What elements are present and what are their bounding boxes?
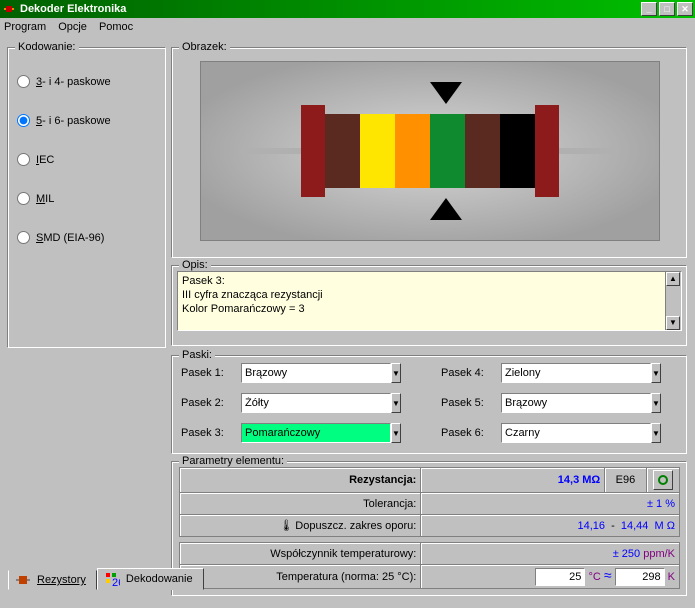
description-box: Pasek 3: III cyfra znacząca rezystancji … [177,271,682,331]
combo-pasek5[interactable]: ▼ [501,393,641,413]
menu-pomoc[interactable]: Pomoc [99,21,133,33]
scroll-down-button[interactable]: ▼ [666,316,680,330]
value-e96: E96 [605,468,646,493]
label-pasek2: Pasek 2: [181,397,241,409]
chevron-down-icon[interactable]: ▼ [651,393,661,413]
svg-text:26k: 26k [112,577,120,587]
group-paski-legend: Paski: [179,349,215,361]
combo-pasek2[interactable]: ▼ [241,393,381,413]
label-temp-coef: Współczynnik temperaturowy: [180,543,421,565]
decode-tab-icon: 26k [104,571,120,587]
value-zmax: 14,44 [621,520,649,532]
opis-line-2: III cyfra znacząca rezystancji [182,288,677,302]
tab-rezystory[interactable]: Rezystory [8,570,97,590]
resistor-core [325,114,535,188]
chevron-down-icon[interactable]: ▼ [651,423,661,443]
radio-mil[interactable]: MIL [17,192,161,205]
refresh-button[interactable] [653,470,673,490]
group-obrazek-legend: Obrazek: [179,41,230,53]
label-pasek4: Pasek 4: [441,367,501,379]
label-rezystancja: Rezystancja: [180,468,421,493]
arrow-top-icon [430,82,462,104]
unit-temp-k: K [668,571,675,583]
label-pasek1: Pasek 1: [181,367,241,379]
unit-rezystancja: MΩ [582,474,600,486]
arrow-bottom-icon [430,198,462,220]
combo-pasek3-input [241,423,391,443]
radio-3-4-band[interactable]: 3- i 4- paskowe [17,75,161,88]
unit-tolerancja: % [665,498,675,510]
chevron-down-icon[interactable]: ▼ [391,363,401,383]
band-6 [500,114,535,188]
input-temp-k[interactable] [615,568,665,586]
menu-program[interactable]: Program [4,21,46,33]
combo-pasek5-input [501,393,651,413]
value-zmin: 14,16 [577,520,605,532]
combo-pasek4[interactable]: ▼ [501,363,641,383]
value-tolerancja: ± 1 [647,498,662,510]
label-temp: Temperatura (norma: 25 °C): [180,565,421,589]
band-3 [395,114,430,188]
app-icon [2,2,16,16]
band-5 [465,114,500,188]
tab-dekodowanie[interactable]: 26k Dekodowanie [97,568,204,590]
endcap-left [301,105,325,197]
chevron-down-icon[interactable]: ▼ [391,423,401,443]
close-button[interactable]: ✕ [677,2,693,16]
lead-right [559,148,619,154]
lead-left [241,148,301,154]
resistor-tab-icon [15,572,31,588]
unit-temp-c: °C [588,571,600,583]
radio-iec[interactable]: IEC [17,153,161,166]
value-temp-coef: ± 250 [613,548,640,560]
label-pasek3: Pasek 3: [181,427,241,439]
chevron-down-icon[interactable]: ▼ [391,393,401,413]
label-tolerancja: Tolerancja: [180,493,421,515]
band-1 [325,114,360,188]
unit-temp-coef: ppm/K [643,548,675,560]
opis-scrollbar[interactable]: ▲ ▼ [665,272,681,330]
opis-line-1: Pasek 3: [182,274,677,288]
opis-line-3: Kolor Pomarańczowy = 3 [182,302,677,316]
endcap-right [535,105,559,197]
combo-pasek6[interactable]: ▼ [501,423,641,443]
radio-5-6-band[interactable]: 5- i 6- paskowe [17,114,161,127]
value-rezystancja: 14,3 [558,474,579,486]
menu-opcje[interactable]: Opcje [58,21,87,33]
window-title: Dekoder Elektronika [20,3,639,15]
chevron-down-icon[interactable]: ▼ [651,363,661,383]
label-pasek6: Pasek 6: [441,427,501,439]
combo-pasek1[interactable]: ▼ [241,363,381,383]
maximize-button[interactable]: □ [659,2,675,16]
band-4 [430,114,465,188]
combo-pasek6-input [501,423,651,443]
tab-rezystory-label: Rezystory [37,574,86,586]
combo-pasek4-input [501,363,651,383]
band-2 [360,114,395,188]
thermometer-icon: 🌡 [279,519,293,533]
input-temp-c[interactable] [535,568,585,586]
approx-icon: ≈ [604,567,612,583]
minimize-button[interactable]: _ [641,2,657,16]
scroll-up-button[interactable]: ▲ [666,272,680,286]
group-params-legend: Parametry elementu: [179,455,287,467]
group-kodowanie-legend: Kodowanie: [15,41,79,53]
radio-smd[interactable]: SMD (EIA-96) [17,231,161,244]
combo-pasek3[interactable]: ▼ [241,423,381,443]
unit-zakres: M Ω [655,520,675,532]
combo-pasek2-input [241,393,391,413]
tab-dekodowanie-label: Dekodowanie [126,573,193,585]
label-pasek5: Pasek 5: [441,397,501,409]
resistor-image [200,61,660,241]
combo-pasek1-input [241,363,391,383]
label-zakres: Dopuszcz. zakres oporu: [295,519,416,531]
group-opis-legend: Opis: [179,259,211,271]
